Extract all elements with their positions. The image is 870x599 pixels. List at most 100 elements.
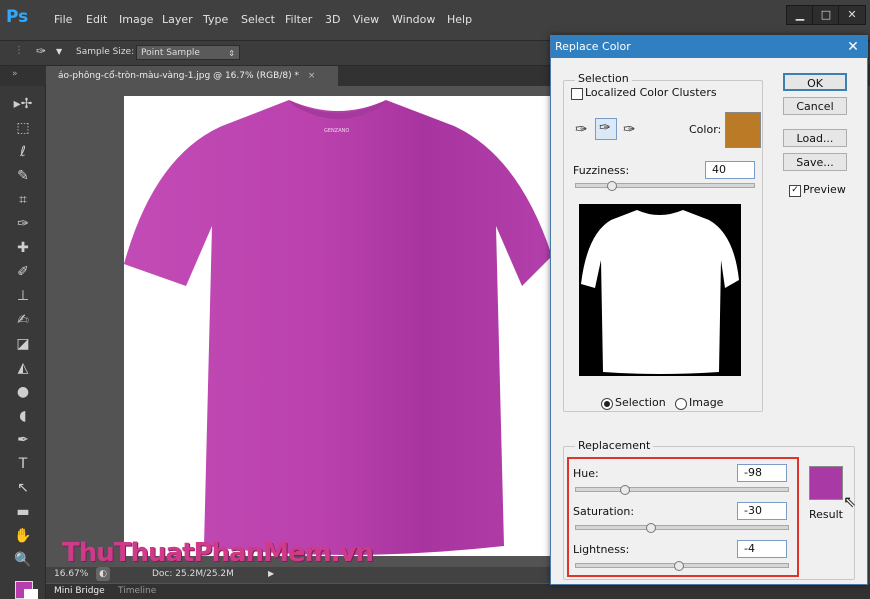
- preview-checkbox[interactable]: ✓: [789, 185, 801, 197]
- background-color-swatch[interactable]: [24, 589, 38, 599]
- eyedropper-minus-icon[interactable]: ✑: [623, 120, 636, 138]
- image-radio-label: Image: [689, 396, 724, 409]
- preview-label: Preview: [803, 183, 846, 196]
- lightness-field[interactable]: -4: [737, 540, 787, 558]
- paint-bucket-icon[interactable]: ◭: [12, 357, 34, 379]
- play-arrow-icon[interactable]: ▶: [268, 569, 274, 578]
- clone-stamp-icon[interactable]: ⊥: [12, 285, 34, 307]
- status-bar: 16.67% ◐ Doc: 25.2M/25.2M ▶: [46, 567, 556, 583]
- load-button[interactable]: Load...: [783, 129, 847, 147]
- hue-slider-thumb[interactable]: [619, 485, 630, 495]
- menu-bar: Ps File Edit Image Layer Type Select Fil…: [0, 0, 870, 40]
- fuzziness-field[interactable]: 40: [705, 161, 755, 179]
- localized-clusters-checkbox[interactable]: [571, 88, 583, 100]
- tshirt-image: [124, 100, 552, 555]
- menu-view[interactable]: View: [353, 13, 379, 26]
- mouse-cursor-icon: ⇖: [843, 492, 857, 511]
- menu-filter[interactable]: Filter: [285, 13, 312, 26]
- hue-field[interactable]: -98: [737, 464, 787, 482]
- tab-close-icon[interactable]: ×: [308, 71, 316, 81]
- lightness-label: Lightness:: [573, 543, 630, 556]
- lightness-slider-thumb[interactable]: [673, 561, 684, 571]
- result-label: Result: [809, 508, 843, 521]
- color-label: Color:: [689, 123, 722, 136]
- eyedropper-icon[interactable]: ✑: [575, 120, 588, 138]
- menu-select[interactable]: Select: [241, 13, 275, 26]
- tab-mini-bridge[interactable]: Mini Bridge: [54, 586, 105, 596]
- maximize-icon[interactable]: □: [812, 5, 840, 25]
- watermark-logo: ThuThuatPhanMem.vn: [62, 538, 374, 568]
- document-canvas[interactable]: GENZANO: [124, 96, 554, 556]
- dialog-titlebar[interactable]: Replace Color ✕: [551, 36, 867, 58]
- saturation-slider-track[interactable]: [575, 525, 789, 530]
- menu-window[interactable]: Window: [392, 13, 435, 26]
- sample-size-value: Point Sample: [141, 48, 200, 58]
- eraser-tool-icon[interactable]: ◪: [12, 333, 34, 355]
- menu-layer[interactable]: Layer: [162, 13, 193, 26]
- history-brush-icon[interactable]: ✍: [12, 309, 34, 331]
- move-tool-icon[interactable]: ▸✢: [12, 93, 34, 115]
- lasso-tool-icon[interactable]: ℓ: [12, 141, 34, 163]
- path-selection-icon[interactable]: ↖: [12, 477, 34, 499]
- menu-file[interactable]: File: [54, 13, 72, 26]
- dodge-tool-icon[interactable]: ◖: [12, 405, 34, 427]
- eyedropper-plus-icon: ✑: [599, 120, 611, 136]
- menu-3d[interactable]: 3D: [325, 13, 340, 26]
- cancel-button[interactable]: Cancel: [783, 97, 847, 115]
- ok-button[interactable]: OK: [783, 73, 847, 91]
- type-tool-icon[interactable]: T: [12, 453, 34, 475]
- selection-radio-dot: [604, 401, 610, 407]
- selection-radio-label: Selection: [615, 396, 666, 409]
- saturation-label: Saturation:: [573, 505, 635, 518]
- healing-brush-icon[interactable]: ✚: [12, 237, 34, 259]
- selection-color-swatch[interactable]: [725, 112, 761, 148]
- replacement-group-label: Replacement: [575, 439, 654, 452]
- crop-tool-icon[interactable]: ⌗: [12, 189, 34, 211]
- selection-mask-image: [581, 210, 739, 374]
- blur-tool-icon[interactable]: ●: [12, 381, 34, 403]
- hand-tool-icon[interactable]: ✋: [12, 525, 34, 547]
- brush-tool-icon[interactable]: ✐: [12, 261, 34, 283]
- localized-clusters-label: Localized Color Clusters: [585, 86, 717, 99]
- sample-size-select[interactable]: Point Sample ⇕: [136, 45, 240, 60]
- shirt-brand-label: GENZANO: [324, 128, 350, 134]
- status-info-icon[interactable]: ◐: [96, 567, 110, 581]
- menu-help[interactable]: Help: [447, 13, 472, 26]
- eyedropper-tool-icon[interactable]: ✑: [36, 44, 46, 58]
- pen-tool-icon[interactable]: ✒: [12, 429, 34, 451]
- zoom-level[interactable]: 16.67%: [54, 569, 88, 579]
- selection-radio[interactable]: [601, 398, 613, 410]
- dialog-close-icon[interactable]: ✕: [843, 37, 863, 57]
- hue-slider-track[interactable]: [575, 487, 789, 492]
- selection-preview: [579, 204, 741, 376]
- image-radio[interactable]: [675, 398, 687, 410]
- quick-selection-tool-icon[interactable]: ✎: [12, 165, 34, 187]
- updown-arrow-icon: ⇕: [228, 49, 235, 58]
- tab-timeline[interactable]: Timeline: [118, 586, 156, 596]
- menu-edit[interactable]: Edit: [86, 13, 107, 26]
- replace-color-dialog: Replace Color ✕ Selection Localized Colo…: [550, 35, 868, 585]
- result-color-swatch[interactable]: [809, 466, 843, 500]
- close-icon[interactable]: ✕: [838, 5, 866, 25]
- fuzziness-slider-track[interactable]: [575, 183, 755, 188]
- photoshop-logo: Ps: [6, 7, 29, 27]
- menu-type[interactable]: Type: [203, 13, 228, 26]
- grip-icon: ⋮: [14, 45, 24, 56]
- eyedropper-icon[interactable]: ✑: [12, 213, 34, 235]
- add-to-sample-button[interactable]: ✑: [595, 118, 617, 140]
- chevron-down-icon[interactable]: ▼: [56, 47, 62, 56]
- saturation-field[interactable]: -30: [737, 502, 787, 520]
- doc-size: Doc: 25.2M/25.2M: [152, 569, 234, 579]
- collapse-icon[interactable]: »: [12, 69, 18, 79]
- minimize-icon[interactable]: ▁: [786, 5, 814, 25]
- save-button[interactable]: Save...: [783, 153, 847, 171]
- hue-label: Hue:: [573, 467, 599, 480]
- zoom-tool-icon[interactable]: 🔍: [12, 549, 34, 571]
- fuzziness-slider-thumb[interactable]: [607, 181, 617, 191]
- document-tab[interactable]: áo-phông-cổ-tròn-màu-vàng-1.jpg @ 16.7% …: [46, 66, 338, 86]
- marquee-tool-icon[interactable]: ⬚: [12, 117, 34, 139]
- fuzziness-label: Fuzziness:: [573, 164, 630, 177]
- menu-image[interactable]: Image: [119, 13, 153, 26]
- saturation-slider-thumb[interactable]: [645, 523, 656, 533]
- rectangle-tool-icon[interactable]: ▬: [12, 501, 34, 523]
